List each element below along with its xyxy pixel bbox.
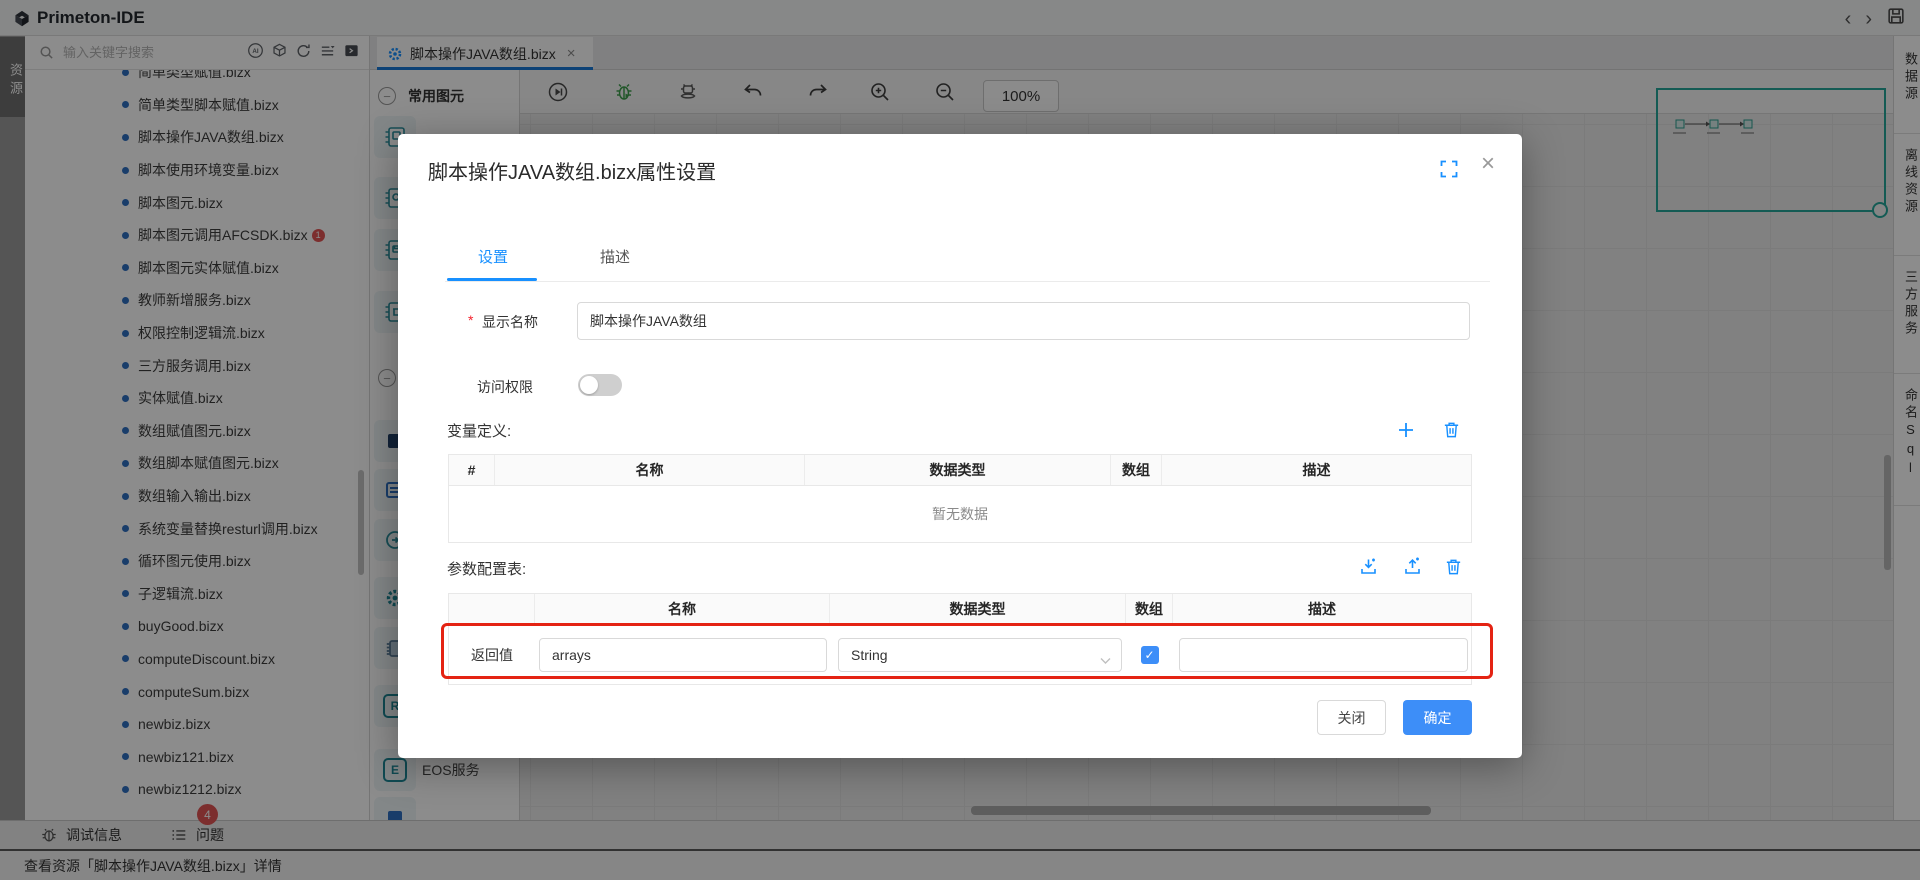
access-permission-toggle[interactable] xyxy=(578,374,622,396)
param-category: 返回值 xyxy=(471,645,513,665)
display-name-label: 显示名称 xyxy=(482,312,538,332)
required-mark: * xyxy=(468,312,473,328)
params-section-label: 参数配置表: xyxy=(447,558,526,579)
maximize-icon[interactable] xyxy=(1440,160,1458,183)
divider xyxy=(445,281,1490,282)
toggle-knob xyxy=(580,376,598,394)
param-name-input[interactable] xyxy=(539,638,827,672)
variables-table: # 名称 数据类型 数组 描述 暂无数据 xyxy=(448,454,1472,543)
close-icon[interactable]: × xyxy=(1481,152,1495,176)
display-name-input[interactable] xyxy=(577,302,1470,340)
access-permission-label: 访问权限 xyxy=(477,377,533,397)
array-checkbox[interactable]: ✓ xyxy=(1141,646,1159,664)
dialog-title: 脚本操作JAVA数组.bizx属性设置 xyxy=(428,156,716,185)
params-table-header: 名称 数据类型 数组 描述 xyxy=(449,594,1471,625)
close-button[interactable]: 关闭 xyxy=(1317,700,1386,735)
variables-table-header: # 名称 数据类型 数组 描述 xyxy=(449,455,1471,486)
delete-params-icon[interactable] xyxy=(1444,557,1463,581)
param-row-return-value: 返回值 String ✓ xyxy=(449,625,1471,684)
delete-variable-icon[interactable] xyxy=(1442,420,1461,444)
dialog-tab-settings[interactable]: 设置 xyxy=(478,246,508,267)
data-type-select[interactable]: String xyxy=(838,638,1122,672)
export-params-icon[interactable] xyxy=(1402,556,1423,582)
dialog-tab-description[interactable]: 描述 xyxy=(600,246,630,267)
empty-data-text: 暂无数据 xyxy=(449,486,1471,542)
properties-dialog: 脚本操作JAVA数组.bizx属性设置 × 设置 描述 * 显示名称 访问权限 … xyxy=(398,134,1522,758)
chevron-down-icon xyxy=(1100,652,1111,668)
variables-section-label: 变量定义: xyxy=(447,420,511,441)
add-variable-icon[interactable] xyxy=(1396,420,1416,445)
params-table: 名称 数据类型 数组 描述 返回值 String ✓ xyxy=(448,593,1472,685)
import-params-icon[interactable] xyxy=(1358,556,1379,582)
param-description-input[interactable] xyxy=(1179,638,1468,672)
primeton-ide-window: Primeton-IDE ‹ › 资源 AI xyxy=(0,0,1920,880)
confirm-button[interactable]: 确定 xyxy=(1403,700,1472,735)
